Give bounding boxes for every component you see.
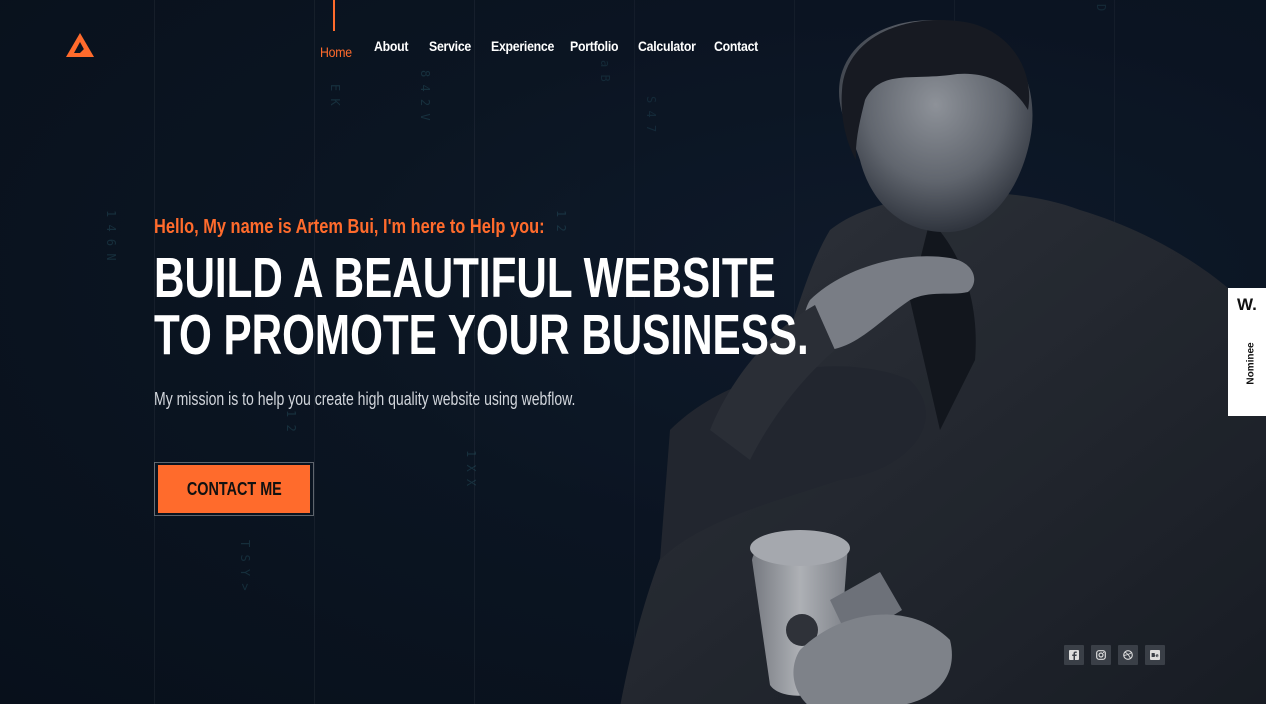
contact-me-button[interactable]: CONTACT ME bbox=[158, 465, 310, 513]
nav-item-home[interactable]: Home bbox=[320, 44, 352, 60]
nav-item-calculator[interactable]: Calculator bbox=[638, 38, 696, 54]
headline-line-1: BUILD A BEAUTIFUL WEBSITE bbox=[154, 246, 776, 310]
decorative-glyphs: 1 2 bbox=[554, 210, 568, 232]
contact-me-label: CONTACT ME bbox=[186, 478, 282, 499]
active-nav-indicator bbox=[333, 0, 335, 31]
hero-mission: My mission is to help you create high qu… bbox=[154, 389, 576, 409]
nav-item-service[interactable]: Service bbox=[429, 38, 471, 54]
decorative-glyphs: E K bbox=[328, 84, 342, 106]
dribbble-icon[interactable] bbox=[1118, 645, 1138, 665]
badge-label: Nominee bbox=[1245, 342, 1257, 385]
nav-item-experience[interactable]: Experience bbox=[491, 38, 554, 54]
nav-item-about[interactable]: About bbox=[374, 38, 409, 54]
instagram-icon[interactable] bbox=[1091, 645, 1111, 665]
decorative-glyphs: T S Y > bbox=[238, 540, 252, 591]
social-links bbox=[1064, 645, 1165, 665]
nav-item-portfolio[interactable]: Portfolio bbox=[570, 38, 619, 54]
badge-mark: W. bbox=[1237, 295, 1257, 314]
nav-item-contact[interactable]: Contact bbox=[714, 38, 758, 54]
decorative-glyphs: 8 4 2 V bbox=[418, 70, 432, 121]
hero-greeting: Hello, My name is Artem Bui, I'm here to… bbox=[154, 216, 545, 238]
hero-headline: BUILD A BEAUTIFUL WEBSITE TO PROMOTE YOU… bbox=[154, 250, 809, 364]
decorative-glyphs: 1 4 6 N bbox=[104, 210, 118, 261]
behance-icon[interactable] bbox=[1145, 645, 1165, 665]
triangle-logo-icon[interactable] bbox=[66, 33, 94, 57]
awwwards-nominee-badge[interactable]: W. Nominee bbox=[1228, 288, 1266, 416]
decorative-glyphs: 1 2 bbox=[284, 410, 298, 432]
headline-line-2: TO PROMOTE YOUR BUSINESS. bbox=[154, 303, 809, 367]
decorative-glyphs: 1 X X bbox=[464, 450, 478, 487]
facebook-icon[interactable] bbox=[1064, 645, 1084, 665]
